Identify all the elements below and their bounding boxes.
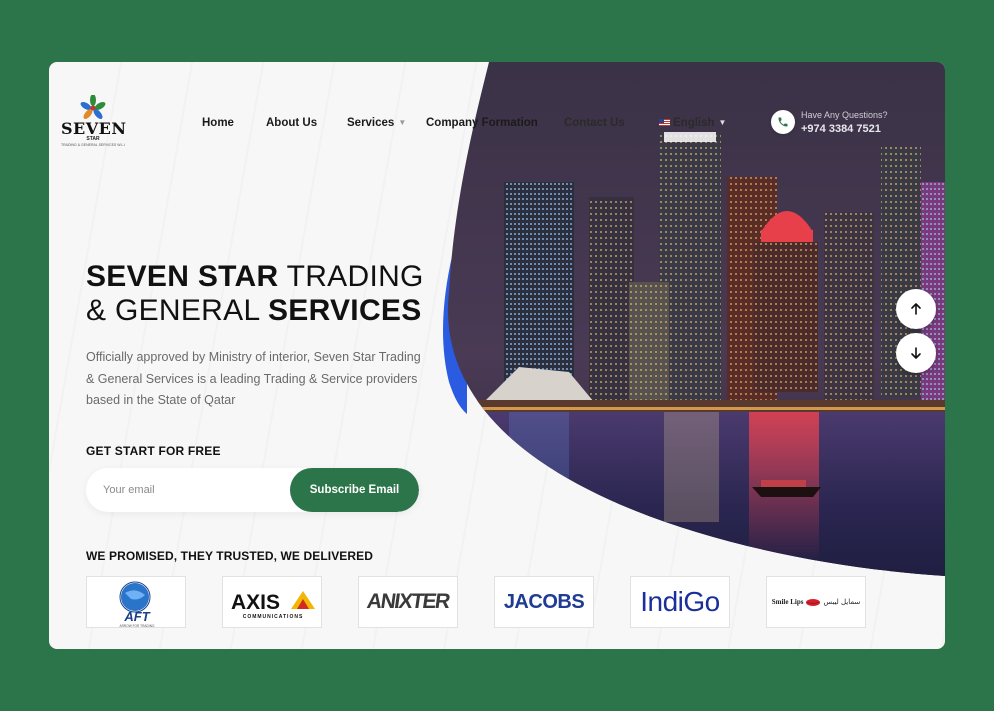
scroll-up-button[interactable] — [896, 289, 936, 329]
brand-logo[interactable]: SEVEN STAR TRADING & GENERAL SERVICES W.… — [61, 94, 127, 151]
subscribe-form: Subscribe Email — [86, 468, 419, 512]
smile-lips-arabic-text: سمايل ليبس — [823, 598, 861, 606]
brand-sub: STAR — [86, 136, 100, 142]
nav-contact[interactable]: Contact Us — [564, 117, 625, 129]
client-logo-indigo: IndiGo — [630, 576, 730, 628]
hero-title-thin-1: TRADING — [278, 260, 424, 293]
nav-company-formation[interactable]: Company Formation — [426, 117, 538, 129]
email-input[interactable] — [86, 468, 290, 512]
jacobs-logo-text: JACOBS — [503, 590, 585, 613]
indigo-logo-text: IndiGo — [640, 586, 720, 617]
subscribe-button[interactable]: Subscribe Email — [290, 468, 419, 512]
client-logo-aft: AFT ARROW FOR TRADING — [86, 576, 186, 628]
axis-logo-sub: COMMUNICATIONS — [243, 614, 304, 620]
aft-logo-sub: ARROW FOR TRADING — [119, 624, 155, 628]
nav-services[interactable]: Services ▼ — [347, 117, 406, 129]
page-card: SEVEN STAR TRADING & GENERAL SERVICES W.… — [49, 62, 945, 649]
language-selector[interactable]: English ▼ — [659, 117, 726, 129]
contact-phone[interactable]: +974 3384 7521 — [801, 123, 881, 135]
brand-tagline: TRADING & GENERAL SERVICES W.L.L — [61, 143, 125, 147]
aft-logo-text: AFT — [123, 609, 150, 624]
client-logo-axis: AXIS COMMUNICATIONS — [222, 576, 322, 628]
contact-question: Have Any Questions? — [801, 110, 888, 120]
nav-home[interactable]: Home — [202, 117, 234, 129]
chevron-down-icon: ▼ — [398, 118, 407, 127]
phone-button[interactable] — [771, 110, 795, 134]
clients-heading: WE PROMISED, THEY TRUSTED, WE DELIVERED — [86, 549, 374, 563]
client-logo-anixter: ANIXTER — [358, 576, 458, 628]
phone-icon — [778, 117, 788, 127]
arrow-down-icon — [911, 347, 921, 359]
client-logo-smile-lips: Smile Lips سمايل ليبس — [766, 576, 866, 628]
axis-logo-text: AXIS — [231, 591, 280, 614]
us-flag-icon — [659, 119, 670, 126]
hero-title: SEVEN STAR TRADING & GENERAL SERVICES — [86, 260, 424, 328]
subscribe-heading: GET START FOR FREE — [86, 444, 221, 458]
chevron-down-icon: ▼ — [718, 118, 727, 127]
smile-lips-logo-text: Smile Lips — [771, 598, 804, 606]
axis-logo-icon: AXIS COMMUNICATIONS — [231, 591, 315, 620]
hero-title-bold-2: SERVICES — [267, 294, 422, 327]
hero-title-thin-2: & GENERAL — [86, 294, 268, 327]
nav-services-label: Services — [347, 117, 395, 129]
scroll-down-button[interactable] — [896, 333, 936, 373]
anixter-logo-text: ANIXTER — [365, 590, 451, 613]
nav-about[interactable]: About Us — [266, 117, 317, 129]
client-logo-jacobs: JACOBS — [494, 576, 594, 628]
hero-title-bold-1: SEVEN STAR — [86, 260, 279, 293]
lips-icon — [806, 598, 821, 606]
aft-logo-icon: AFT ARROW FOR TRADING — [119, 581, 155, 628]
language-label: English — [673, 117, 715, 129]
arrow-up-icon — [911, 303, 921, 315]
brand-name: SEVEN — [61, 119, 127, 138]
hero-description: Officially approved by Ministry of inter… — [86, 350, 421, 407]
